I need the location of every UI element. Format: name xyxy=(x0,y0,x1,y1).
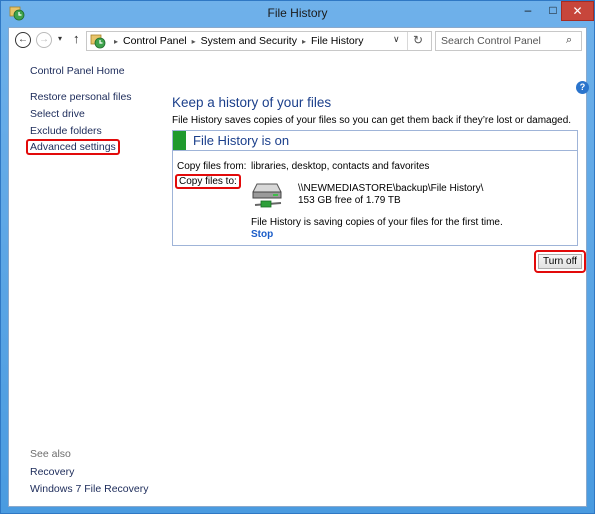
sidebar-advanced-settings[interactable]: Advanced settings xyxy=(26,139,120,155)
close-button[interactable]: ✕ xyxy=(561,1,594,21)
see-also-label: See also xyxy=(30,448,71,460)
back-button[interactable]: ← xyxy=(15,32,31,48)
refresh-icon[interactable]: ↻ xyxy=(413,33,423,47)
destination-free-space: 153 GB free of 1.79 TB xyxy=(298,195,401,206)
status-panel: File History is on Copy files from: libr… xyxy=(172,130,578,246)
chevron-down-icon[interactable]: ∨ xyxy=(393,34,400,45)
page-description: File History saves copies of your files … xyxy=(172,115,572,126)
page-title: Keep a history of your files xyxy=(172,95,332,110)
up-button[interactable]: ↑ xyxy=(73,31,80,46)
see-also-windows-7-file-recovery[interactable]: Windows 7 File Recovery xyxy=(30,483,148,495)
navigation-bar: ← → ▾ ↑ ▸ Control Panel ▸ System and Securi… xyxy=(9,28,586,55)
control-panel-icon xyxy=(90,34,106,49)
see-also-recovery[interactable]: Recovery xyxy=(30,466,74,478)
sidebar: Control Panel Home Restore personal file… xyxy=(9,55,169,506)
forward-button[interactable]: → xyxy=(36,32,52,48)
address-divider xyxy=(407,32,408,50)
main-content: ? Keep a history of your files File Hist… xyxy=(169,55,589,506)
sidebar-select-drive[interactable]: Select drive xyxy=(30,108,85,120)
sidebar-control-panel-home[interactable]: Control Panel Home xyxy=(30,65,125,77)
status-header: File History is on xyxy=(173,131,577,151)
stop-link[interactable]: Stop xyxy=(251,229,273,240)
sidebar-restore-personal-files[interactable]: Restore personal files xyxy=(30,91,132,103)
help-icon[interactable]: ? xyxy=(576,81,589,94)
copy-from-value: libraries, desktop, contacts and favorit… xyxy=(251,161,430,172)
minimize-button[interactable]: – xyxy=(515,1,541,21)
progress-message: File History is saving copies of your fi… xyxy=(251,217,503,228)
turn-off-highlight: Turn off xyxy=(534,250,586,273)
title-bar: File History – □ ✕ xyxy=(1,1,594,27)
address-bar[interactable]: ▸ Control Panel ▸ System and Security ▸ File … xyxy=(86,31,432,51)
file-history-window: File History – □ ✕ ← → ▾ ↑ ▸ Control Pane… xyxy=(0,0,595,514)
chevron-right-icon[interactable]: ▸ xyxy=(302,37,306,46)
copy-to-label: Copy files to: xyxy=(175,174,241,189)
breadcrumb-system-and-security[interactable]: System and Security xyxy=(201,35,297,47)
breadcrumb: ▸ Control Panel ▸ System and Security ▸ File … xyxy=(109,35,363,47)
search-box[interactable]: ⌕ xyxy=(435,31,582,51)
recent-locations-button[interactable]: ▾ xyxy=(58,34,62,43)
window-title: File History xyxy=(267,6,328,20)
turn-off-button[interactable]: Turn off xyxy=(538,254,582,269)
breadcrumb-control-panel[interactable]: Control Panel xyxy=(123,35,187,47)
network-drive-icon xyxy=(252,183,282,208)
status-title: File History is on xyxy=(193,133,290,148)
destination-path: \\NEWMEDIASTORE\backup\File History\ xyxy=(298,183,484,194)
chevron-right-icon[interactable]: ▸ xyxy=(192,37,196,46)
copy-from-label: Copy files from: xyxy=(177,161,247,172)
search-icon[interactable]: ⌕ xyxy=(566,34,572,47)
status-indicator xyxy=(173,131,186,150)
window-client-area: ← → ▾ ↑ ▸ Control Panel ▸ System and Securi… xyxy=(8,27,589,507)
sidebar-exclude-folders[interactable]: Exclude folders xyxy=(30,125,102,137)
search-input[interactable] xyxy=(436,32,561,50)
chevron-right-icon[interactable]: ▸ xyxy=(114,37,118,46)
breadcrumb-file-history[interactable]: File History xyxy=(311,35,364,47)
